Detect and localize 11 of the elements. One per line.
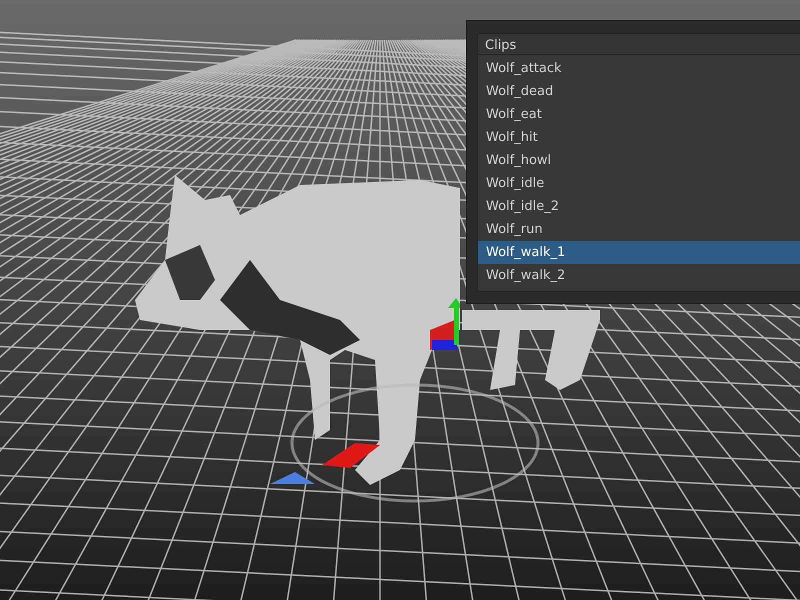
clip-item[interactable]: Wolf_dead bbox=[478, 80, 800, 103]
clip-item[interactable]: Wolf_walk_2 bbox=[478, 264, 800, 287]
clip-item[interactable]: Wolf_howl bbox=[478, 149, 800, 172]
clip-item[interactable]: Wolf_walk_1 bbox=[478, 241, 800, 264]
clip-item[interactable]: Wolf_idle_2 bbox=[478, 195, 800, 218]
clip-item[interactable]: Wolf_run bbox=[478, 218, 800, 241]
clip-item[interactable]: Wolf_idle bbox=[478, 172, 800, 195]
clip-item[interactable]: Wolf_hit bbox=[478, 126, 800, 149]
clip-item[interactable]: Wolf_attack bbox=[478, 57, 800, 80]
panel-header: Clips bbox=[477, 33, 800, 55]
clip-item[interactable]: Wolf_eat bbox=[478, 103, 800, 126]
